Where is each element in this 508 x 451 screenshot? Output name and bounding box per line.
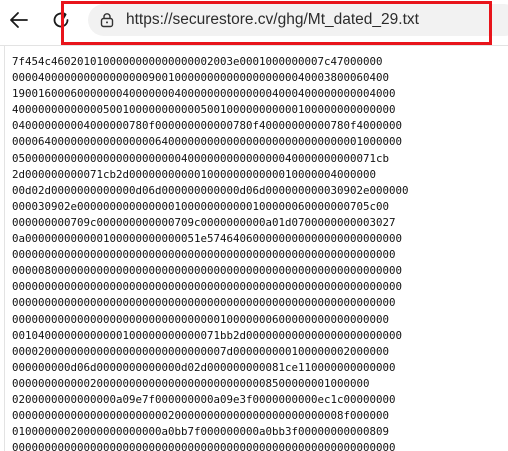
- url-text[interactable]: https://securestore.cv/ghg/Mt_dated_29.t…: [126, 8, 419, 32]
- text-line: 00d02d0000000000000d06d000000000000d06d0…: [12, 183, 409, 197]
- text-line: 0a000000000000100000000000051e5746406000…: [12, 232, 403, 246]
- text-line: 0000080000000000000000000000000000000000…: [12, 264, 403, 278]
- text-line: 000000000d06d0000000000000d02d0000000000…: [12, 360, 396, 374]
- browser-toolbar: https://securestore.cv/ghg/Mt_dated_29.t…: [0, 0, 508, 45]
- reload-icon: [53, 11, 69, 28]
- content-left-border: [4, 45, 5, 451]
- text-line: 0000000000000000000000000000000000000000…: [12, 248, 396, 262]
- text-line: 0000000000000000000000000000000000000000…: [12, 280, 403, 294]
- text-line: 040000000004000000780f000000000000780f40…: [12, 119, 403, 133]
- site-info-button[interactable]: [97, 10, 117, 30]
- text-line: 1900160006000000040000000400000000000000…: [12, 87, 396, 101]
- text-line: 0000000000000000000000000000000000000000…: [12, 296, 396, 310]
- text-line: 0000000000000000000000000000000000000000…: [12, 441, 396, 451]
- text-line: 00104000000000000100000000000071bb2d0000…: [12, 328, 403, 342]
- page-content: 7f454c4602010100000000000000002003e00010…: [0, 45, 508, 451]
- content-top-border: [0, 45, 508, 46]
- back-button[interactable]: [2, 3, 36, 37]
- text-line: 000000000709c000000000000709c0000000000a…: [12, 215, 396, 229]
- text-line: 0000400000000000000009001000000000000000…: [12, 71, 390, 85]
- text-line: 01000000020000000000000a0bb7f000000000a0…: [12, 425, 390, 439]
- back-arrow-icon: [10, 12, 28, 28]
- lock-icon: [100, 13, 114, 28]
- text-line: 4000000000000050010000000000050010000000…: [12, 103, 396, 117]
- file-text-content: 7f454c4602010100000000000000002003e00010…: [12, 54, 506, 451]
- reload-button[interactable]: [44, 3, 78, 37]
- text-line: 000020000000000000000000000000007d000000…: [12, 344, 390, 358]
- text-line: 000030902e000000000000000100000000000100…: [12, 199, 390, 213]
- text-line: 7f454c4602010100000000000000002003e00010…: [12, 55, 383, 68]
- text-line: 0000000000000000000000002000000000000000…: [12, 409, 390, 423]
- text-line: 0200000000000000a09e7f000000000a09e3f000…: [12, 392, 396, 406]
- text-line: 0000000000000000000000000000000010000000…: [12, 312, 390, 326]
- text-line: 0000000000002000000000000000000000000008…: [12, 376, 370, 390]
- text-line: 0000640000000000000000640000000000000000…: [12, 135, 403, 149]
- text-line: 0500000000000000000000000040000000000000…: [12, 151, 390, 165]
- text-line: 2d000000000071cb2d0000000000010000000000…: [12, 167, 377, 181]
